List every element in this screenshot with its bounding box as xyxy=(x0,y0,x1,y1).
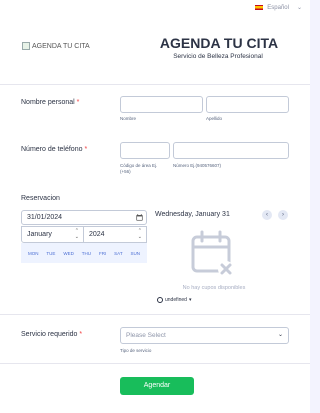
date-input[interactable]: 31/01/2024 xyxy=(21,210,147,225)
required-mark: * xyxy=(79,331,83,338)
year-select[interactable]: 2024 ⌃ ⌄ xyxy=(84,226,147,243)
calendar-x-icon xyxy=(191,230,234,277)
chevron-left-icon[interactable]: ‹ xyxy=(262,210,272,220)
service-label: Servicio requerido * xyxy=(21,331,82,338)
last-name-input[interactable] xyxy=(206,96,289,113)
spinner-arrows-icon: ⌃ ⌄ xyxy=(74,228,79,240)
logo: AGENDA TU CITA xyxy=(22,42,90,50)
form-header: AGENDA TU CITA AGENDA TU CITA Servicio d… xyxy=(0,30,310,80)
language-label: Español xyxy=(267,4,289,11)
chevron-down-icon: ⌄ xyxy=(277,332,283,338)
calendar-icon[interactable] xyxy=(136,214,143,221)
caret-down-icon: ▾ xyxy=(188,297,192,303)
weekday-label: WED xyxy=(63,250,74,256)
weekday-label: THU xyxy=(81,250,92,256)
phone-label: Número de teléfono * xyxy=(21,146,87,153)
area-code-sublabel-line1: Código de área Ej. xyxy=(120,163,158,168)
required-mark: * xyxy=(76,99,80,106)
language-selector[interactable]: Español ⌄ xyxy=(255,4,302,11)
timezone-value: undefined xyxy=(165,297,187,303)
page-title: AGENDA TU CITA xyxy=(159,35,279,51)
phone-number-sublabel: Número Ej.(940576607) xyxy=(173,163,222,168)
month-select[interactable]: January ⌃ ⌄ xyxy=(21,226,84,243)
last-name-sublabel: Apellido xyxy=(206,116,223,121)
timezone-selector[interactable]: undefined ▾ xyxy=(157,297,191,303)
weekday-header: MON TUE WED THU FRI SAT SUN xyxy=(21,243,147,263)
service-select[interactable]: Please Select ⌄ xyxy=(120,327,289,344)
slot-date: Wednesday, January 31 xyxy=(155,211,230,218)
area-code-input[interactable] xyxy=(120,142,170,159)
first-name-sublabel: Nombre xyxy=(120,116,137,121)
weekday-label: SAT xyxy=(114,250,123,256)
service-placeholder: Please Select xyxy=(126,332,166,339)
header-divider xyxy=(0,84,310,85)
form-card: Español ⌄ AGENDA TU CITA AGENDA TU CITA … xyxy=(0,0,310,413)
month-value: January xyxy=(27,231,52,238)
section-divider xyxy=(0,314,310,315)
chevron-down-icon: ⌄ xyxy=(296,5,302,11)
service-label-text: Servicio requerido xyxy=(21,331,78,338)
clock-icon xyxy=(157,297,163,303)
page-subtitle: Servicio de Belleza Profesional xyxy=(173,53,263,60)
weekday-label: FRI xyxy=(98,250,107,256)
area-code-sublabel: Código de área Ej. (+56) xyxy=(120,163,157,174)
weekday-label: TUE xyxy=(46,250,56,256)
phone-label-text: Número de teléfono xyxy=(21,146,83,153)
phone-number-input[interactable] xyxy=(173,142,289,159)
year-value: 2024 xyxy=(89,231,105,238)
logo-alt-text: AGENDA TU CITA xyxy=(32,42,90,50)
required-mark: * xyxy=(84,146,88,153)
name-label-text: Nombre personal xyxy=(21,99,75,106)
reservation-label: Reservacion xyxy=(21,195,60,202)
broken-image-icon xyxy=(22,42,30,50)
no-slots-message: No hay cupos disponibles xyxy=(182,285,246,291)
chevron-right-icon[interactable]: › xyxy=(278,210,288,220)
spinner-arrows-icon: ⌃ ⌄ xyxy=(137,228,142,240)
first-name-input[interactable] xyxy=(120,96,203,113)
spain-flag-icon xyxy=(255,5,264,10)
footer-divider xyxy=(0,363,310,364)
date-value: 31/01/2024 xyxy=(27,214,63,221)
weekday-label: SUN xyxy=(130,250,141,256)
submit-button[interactable]: Agendar xyxy=(120,377,194,395)
name-label: Nombre personal * xyxy=(21,99,79,106)
weekday-label: MON xyxy=(27,250,39,256)
area-code-sublabel-line2: (+56) xyxy=(120,168,131,174)
service-sublabel: Tipo de servicio xyxy=(120,348,152,353)
